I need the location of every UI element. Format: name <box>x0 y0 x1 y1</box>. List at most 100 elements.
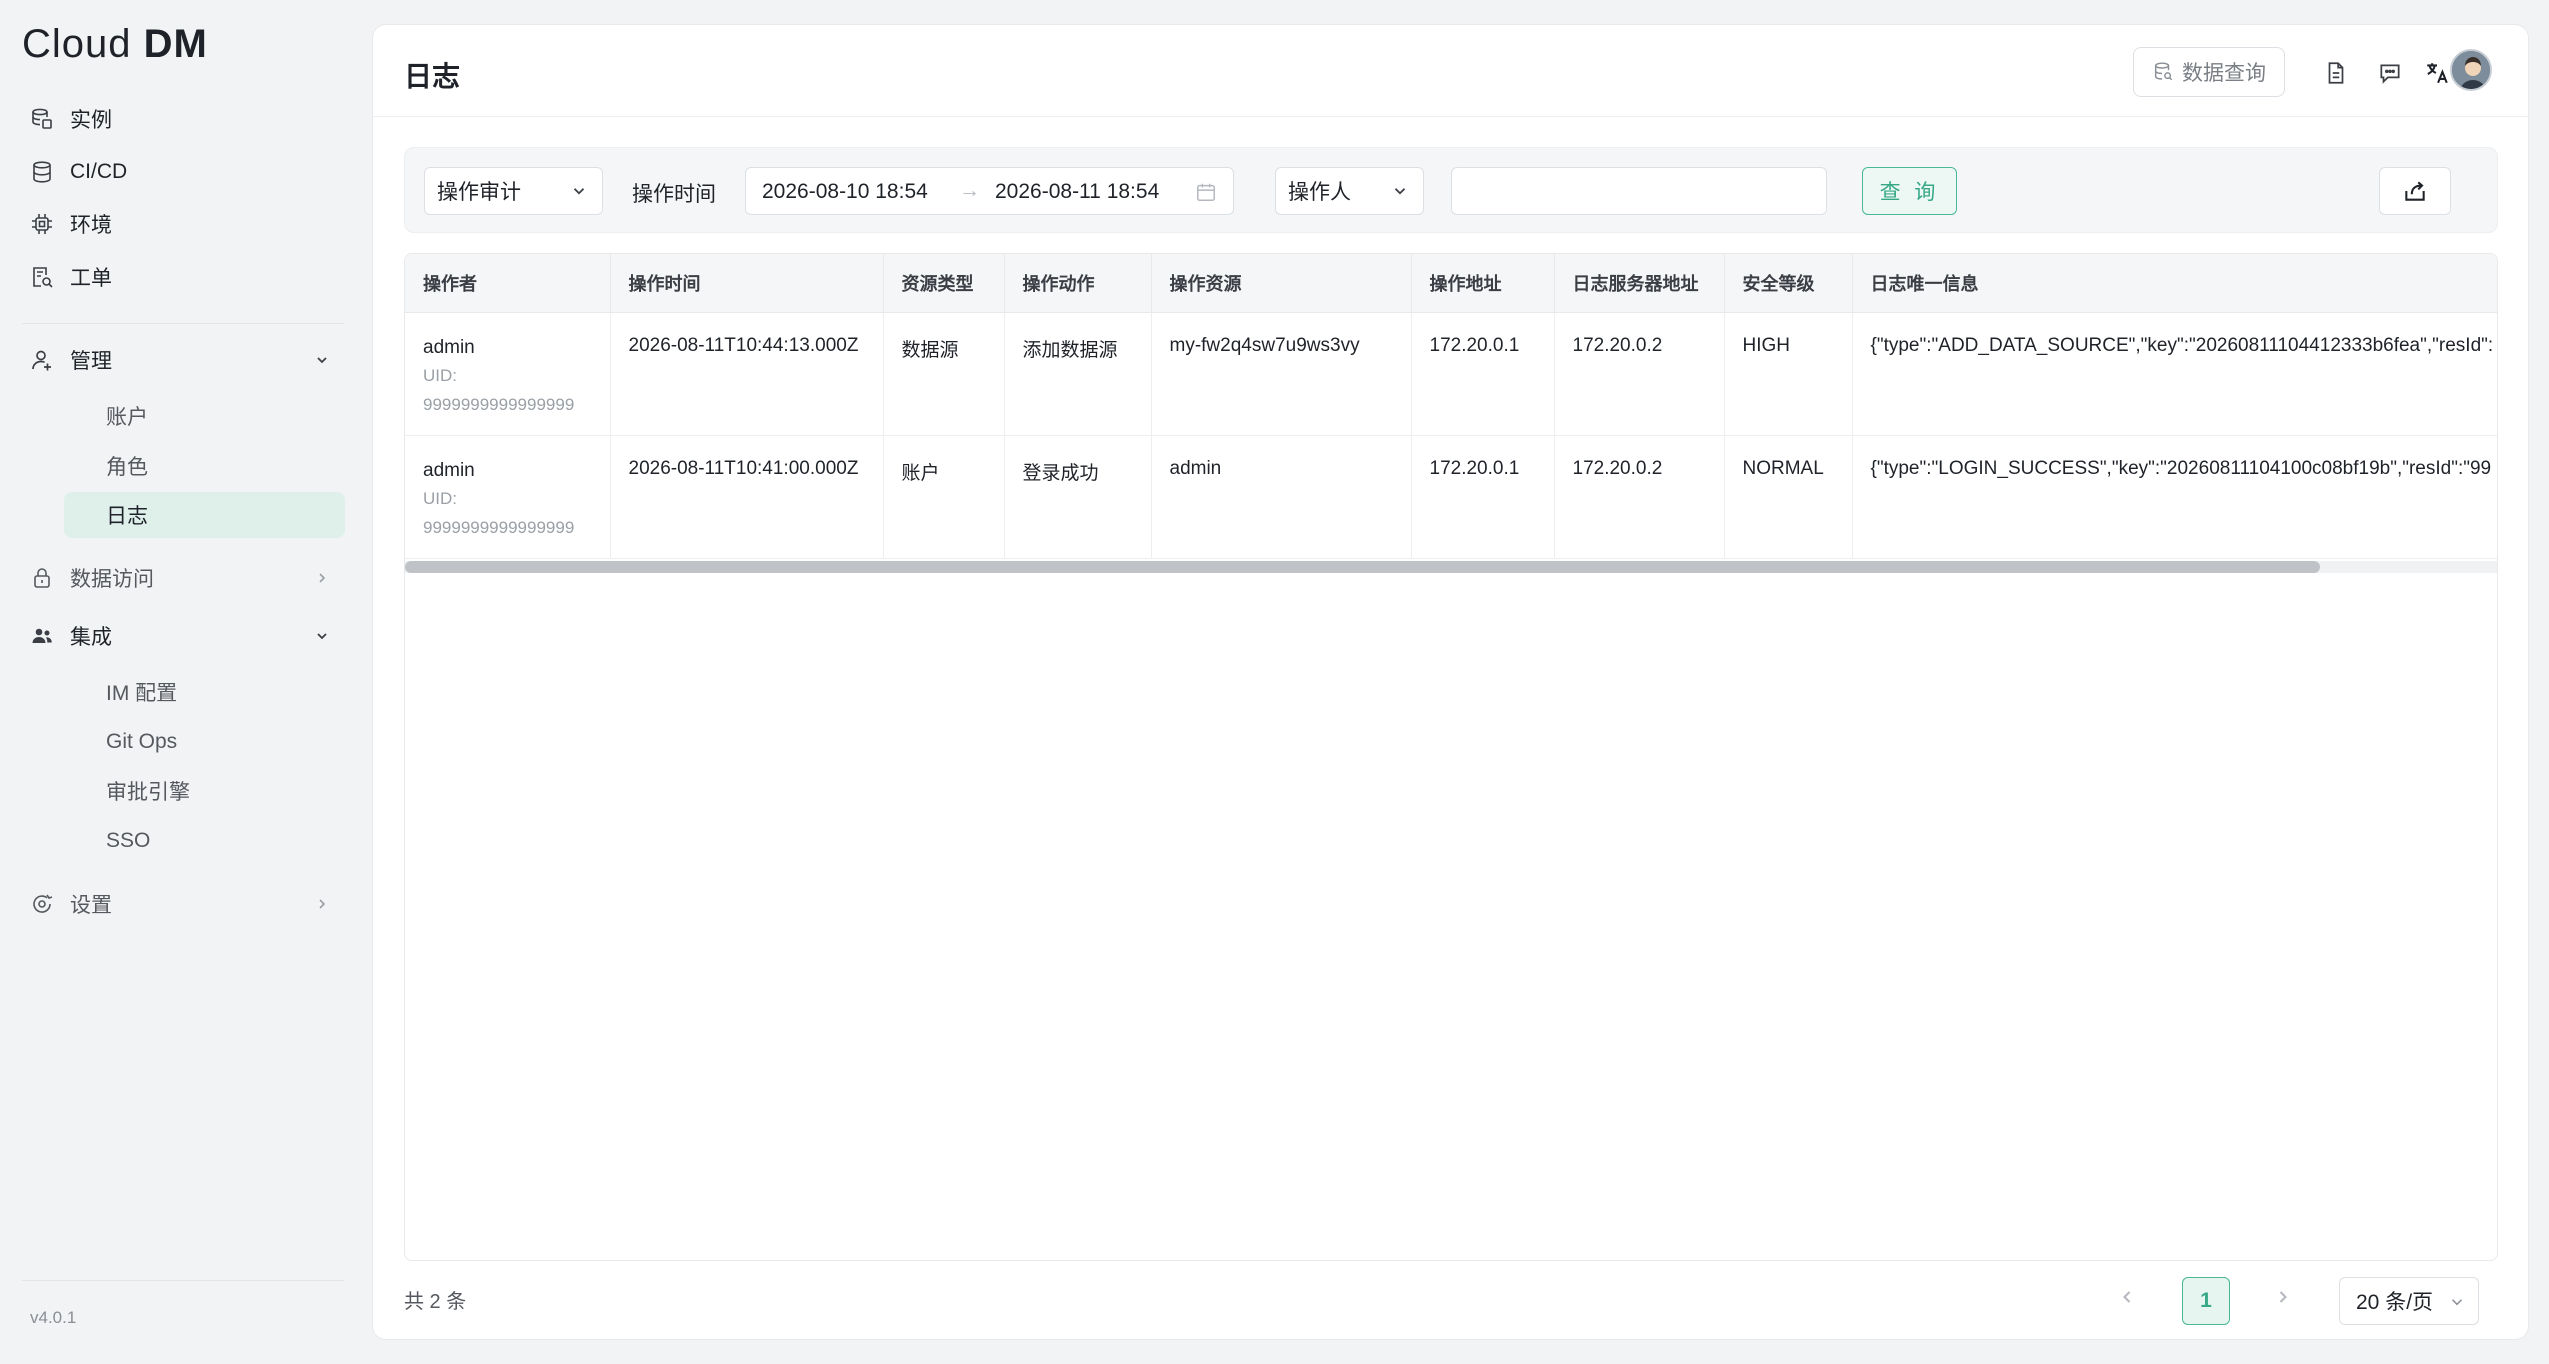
chevron-down-icon <box>2451 1299 2463 1306</box>
share-icon <box>2405 181 2425 201</box>
sidebar-subitem-logs[interactable]: 日志 <box>64 492 345 538</box>
level-cell: NORMAL <box>1724 435 1853 559</box>
sidebar-subitem-approval-engine[interactable]: 审批引擎 <box>64 768 345 814</box>
message-icon[interactable] <box>2376 59 2404 87</box>
prev-page-button[interactable] <box>2109 1279 2145 1315</box>
column-header: 操作动作 <box>1004 254 1152 313</box>
database-icon <box>30 160 54 184</box>
operator-cell: admin UID: 9999999999999999 <box>405 435 611 559</box>
page-header: 日志 数据查询 <box>373 25 2528 117</box>
column-header: 日志唯一信息 <box>1852 254 2497 313</box>
chevron-left-icon <box>2123 1291 2131 1303</box>
action-cell: 登录成功 <box>1004 435 1152 559</box>
sidebar-item-data-access[interactable]: 数据访问 <box>30 558 154 598</box>
resource-type-cell: 账户 <box>883 435 1005 559</box>
document-icon[interactable] <box>2322 59 2350 87</box>
search-button[interactable]: 查 询 <box>1862 167 1957 215</box>
avatar[interactable] <box>2450 49 2492 91</box>
sidebar-item-integration[interactable]: 集成 <box>30 616 112 656</box>
sidebar: Cloud DM 实例 CI/CD 环境 工单 管理 账户 角色 日志 数据访问… <box>0 0 358 1364</box>
chevron-right-icon[interactable] <box>312 568 332 588</box>
resource-cell: admin <box>1151 435 1412 559</box>
page-number-current[interactable]: 1 <box>2182 1277 2230 1325</box>
sidebar-divider <box>22 323 344 324</box>
operator-cell: admin UID: 9999999999999999 <box>405 312 611 436</box>
data-query-button[interactable]: 数据查询 <box>2133 47 2285 97</box>
page-title: 日志 <box>404 61 461 92</box>
operator-uid: UID: 9999999999999999 <box>423 488 575 537</box>
sidebar-item-admin[interactable]: 管理 <box>30 340 112 380</box>
chevron-down-icon <box>1394 188 1406 195</box>
column-header: 安全等级 <box>1724 254 1853 313</box>
database-icon <box>2154 62 2173 81</box>
column-header: 操作者 <box>405 254 611 313</box>
sidebar-subitem-accounts[interactable]: 账户 <box>64 393 345 439</box>
table-header-row: 操作者 操作时间 资源类型 操作动作 操作资源 操作地址 日志服务器地址 安全等… <box>405 254 2497 313</box>
sidebar-subitem-git-ops[interactable]: Git Ops <box>64 719 345 765</box>
chevron-right-icon <box>2279 1291 2287 1303</box>
sidebar-item-label: 实例 <box>70 109 112 132</box>
sidebar-item-label: 设置 <box>70 894 112 917</box>
info-cell: {"type":"ADD_DATA_SOURCE","key":"2026081… <box>1852 312 2497 436</box>
table-row: admin UID: 9999999999999999 2026-08-11T1… <box>405 435 2497 559</box>
info-cell: {"type":"LOGIN_SUCCESS","key":"202608111… <box>1852 435 2497 559</box>
sidebar-subitem-sso[interactable]: SSO <box>64 818 345 864</box>
sidebar-item-label: 工单 <box>70 267 112 290</box>
time-label: 操作时间 <box>632 183 716 206</box>
sidebar-subitem-im-config[interactable]: IM 配置 <box>64 669 345 715</box>
ticket-search-icon <box>30 265 54 289</box>
sidebar-item-label: 管理 <box>70 350 112 373</box>
sidebar-item-instances[interactable]: 实例 <box>30 99 112 139</box>
sidebar-item-cicd[interactable]: CI/CD <box>30 152 127 192</box>
translate-icon[interactable] <box>2423 59 2451 87</box>
table-row: admin UID: 9999999999999999 2026-08-11T1… <box>405 312 2497 436</box>
filter-bar: 操作审计 操作时间 2026-08-10 18:54 → 2026-08-11 … <box>404 147 2498 233</box>
sidebar-item-tickets[interactable]: 工单 <box>30 257 112 297</box>
log-type-select[interactable]: 操作审计 <box>424 167 603 215</box>
column-header: 操作时间 <box>610 254 884 313</box>
operator-select[interactable]: 操作人 <box>1275 167 1424 215</box>
sidebar-item-settings[interactable]: 设置 <box>30 884 112 924</box>
chevron-down-icon <box>573 188 585 195</box>
settings-icon <box>30 892 54 916</box>
sidebar-item-label: 数据访问 <box>70 568 154 591</box>
user-manage-icon <box>30 348 54 372</box>
sidebar-item-environment[interactable]: 环境 <box>30 204 112 244</box>
address-cell: 172.20.0.1 <box>1411 312 1555 436</box>
data-query-label: 数据查询 <box>2182 62 2266 85</box>
operator-name: admin <box>423 459 475 481</box>
level-cell: HIGH <box>1724 312 1853 436</box>
sidebar-subitem-roles[interactable]: 角色 <box>64 443 345 489</box>
sidebar-item-label: 环境 <box>70 214 112 237</box>
chevron-down-icon[interactable] <box>312 626 332 646</box>
team-icon <box>30 624 54 648</box>
keyword-input[interactable] <box>1451 167 1827 215</box>
scrollbar-thumb[interactable] <box>405 561 2320 573</box>
horizontal-scrollbar[interactable] <box>405 561 2497 573</box>
time-cell: 2026-08-11T10:41:00.000Z <box>610 435 884 559</box>
chevron-right-icon[interactable] <box>312 894 332 914</box>
log-server-cell: 172.20.0.2 <box>1554 312 1725 436</box>
resource-type-cell: 数据源 <box>883 312 1005 436</box>
lock-icon <box>30 566 54 590</box>
calendar-icon <box>1197 183 1215 201</box>
app-version: v4.0.1 <box>30 1308 77 1327</box>
log-type-value: 操作审计 <box>437 181 521 204</box>
date-end[interactable]: 2026-08-11 18:54 <box>995 180 1159 204</box>
log-server-cell: 172.20.0.2 <box>1554 435 1725 559</box>
action-cell: 添加数据源 <box>1004 312 1152 436</box>
next-page-button[interactable] <box>2265 1279 2301 1315</box>
chip-icon <box>30 212 54 236</box>
page-size-select[interactable]: 20 条/页 <box>2339 1277 2479 1325</box>
resource-cell: my-fw2q4sw7u9ws3vy <box>1151 312 1412 436</box>
column-header: 操作地址 <box>1411 254 1555 313</box>
database-stack-icon <box>30 107 54 131</box>
total-count: 共 2 条 <box>404 1291 467 1313</box>
export-button[interactable] <box>2379 167 2451 215</box>
column-header: 操作资源 <box>1151 254 1412 313</box>
date-range-picker[interactable]: 2026-08-10 18:54 → 2026-08-11 18:54 <box>745 167 1234 215</box>
sidebar-divider <box>22 1280 344 1281</box>
operator-uid: UID: 9999999999999999 <box>423 365 575 414</box>
chevron-down-icon[interactable] <box>312 350 332 370</box>
date-start[interactable]: 2026-08-10 18:54 <box>762 180 928 204</box>
